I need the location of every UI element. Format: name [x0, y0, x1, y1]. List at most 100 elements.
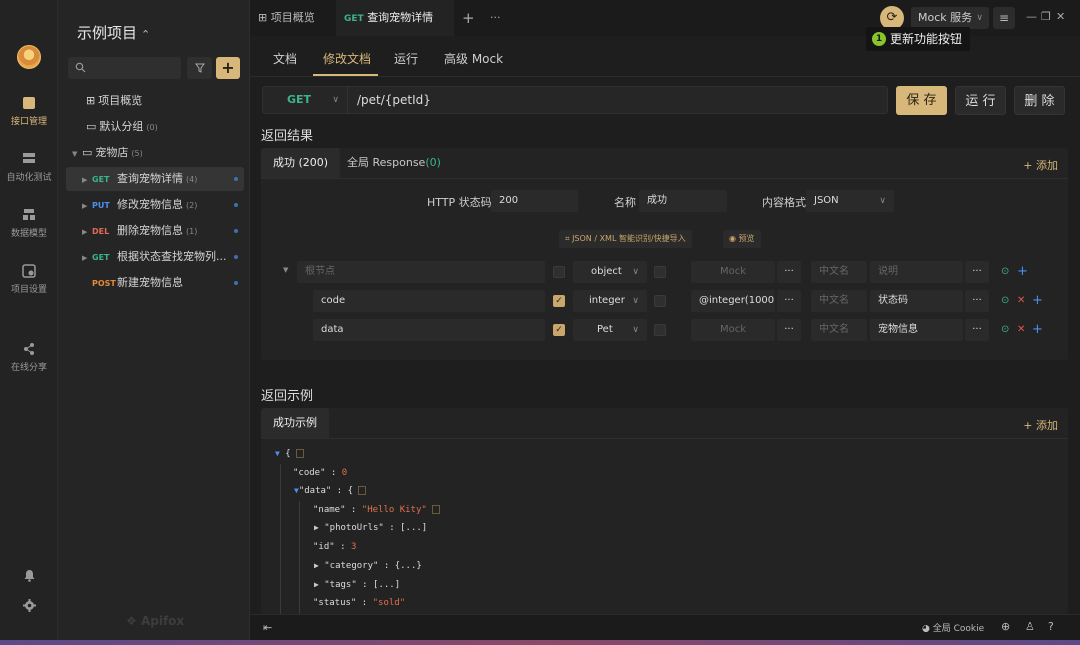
filter-button[interactable]: [187, 57, 212, 79]
name-input[interactable]: 成功: [639, 190, 727, 212]
field-name-input[interactable]: data: [313, 319, 545, 341]
mock-input[interactable]: @integer(1000: [691, 290, 775, 312]
delete-row-icon[interactable]: ✕: [1017, 324, 1025, 335]
gear-icon[interactable]: [23, 599, 36, 612]
copy-icon[interactable]: [431, 505, 440, 514]
subtab-run[interactable]: 运行: [394, 50, 418, 67]
type-select[interactable]: Pet ∨: [573, 319, 647, 341]
settings-circle-icon[interactable]: ⊙: [1001, 324, 1009, 335]
bell-icon[interactable]: [23, 569, 36, 582]
json-line: "name" : "Hello Kity": [313, 505, 440, 515]
method-select[interactable]: GET ∨: [263, 87, 348, 113]
rail-online-share[interactable]: 在线分享: [0, 342, 58, 373]
rail-label: 自动化测试: [6, 173, 52, 183]
search-input[interactable]: [68, 57, 181, 79]
mock-more-button[interactable]: ···: [777, 319, 801, 341]
sidebar-item-default-group[interactable]: ▭ 默认分组 (0): [66, 115, 244, 139]
mock-more-button[interactable]: ···: [777, 261, 801, 283]
add-response-button[interactable]: + 添加: [1023, 157, 1058, 173]
upload-icon[interactable]: ⊕: [1001, 620, 1010, 633]
tab-global-response[interactable]: 全局 Response(0): [335, 148, 453, 178]
rail-api-management[interactable]: 接口管理: [0, 96, 58, 127]
run-button[interactable]: 运 行: [955, 86, 1006, 115]
collapse-sidebar-icon[interactable]: ⇤: [263, 621, 272, 634]
delete-button[interactable]: 删 除: [1014, 86, 1065, 115]
caret-right-icon[interactable]: ▶: [314, 561, 319, 570]
url-input[interactable]: /pet/{petId}: [357, 87, 431, 113]
sidebar-item-overview[interactable]: ⊞ 项目概览: [66, 89, 244, 113]
sidebar-endpoint-put-pet[interactable]: ▶ PUT 修改宠物信息 (2): [66, 193, 244, 217]
cn-name-input[interactable]: 中文名: [811, 319, 867, 341]
shirt-icon[interactable]: ♙: [1025, 620, 1035, 633]
tab-get-pet-detail[interactable]: GET 查询宠物详情: [336, 0, 454, 58]
save-button[interactable]: 保 存: [896, 86, 947, 115]
subtab-edit-docs[interactable]: 修改文档: [323, 50, 371, 67]
mock-input[interactable]: Mock: [691, 261, 775, 283]
required-checkbox[interactable]: ✓: [553, 295, 565, 307]
tab-success-200[interactable]: 成功 (200): [261, 148, 341, 178]
http-status-input[interactable]: 200: [491, 190, 578, 212]
sidebar-endpoint-find-by-status[interactable]: ▶ GET 根据状态查找宠物列...: [66, 245, 244, 269]
tab-success-example[interactable]: 成功示例: [261, 408, 329, 438]
row-more-button[interactable]: ···: [965, 319, 989, 341]
subtab-docs[interactable]: 文档: [273, 50, 297, 67]
tab-label: 全局 Response: [347, 156, 426, 169]
copy-icon[interactable]: [358, 486, 367, 495]
add-endpoint-button[interactable]: +: [216, 57, 240, 79]
nullable-checkbox[interactable]: [654, 266, 666, 278]
add-sibling-icon[interactable]: +: [1032, 293, 1043, 308]
type-select[interactable]: integer ∨: [573, 290, 647, 312]
type-select[interactable]: object ∨: [573, 261, 647, 283]
caret-right-icon[interactable]: ▶: [314, 523, 319, 532]
mock-input[interactable]: Mock: [691, 319, 775, 341]
menu-button[interactable]: ≡: [993, 7, 1015, 29]
json-value: 0: [341, 468, 348, 478]
mock-more-button[interactable]: ···: [777, 290, 801, 312]
add-child-icon[interactable]: +: [1017, 264, 1028, 279]
nullable-checkbox[interactable]: [654, 324, 666, 336]
restore-icon[interactable]: ❐: [1041, 10, 1051, 23]
tab-overview[interactable]: ⊞ 项目概览: [250, 0, 323, 36]
add-example-button[interactable]: + 添加: [1023, 417, 1058, 433]
subtab-advanced-mock[interactable]: 高级 Mock: [444, 50, 503, 67]
rail-automation-test[interactable]: 自动化测试: [0, 152, 58, 183]
rail-data-model[interactable]: 数据模型: [0, 208, 58, 239]
project-switcher[interactable]: 示例项目 ⌃: [77, 22, 150, 43]
copy-icon[interactable]: [295, 449, 304, 458]
preview-chip[interactable]: ◉ 预览: [723, 230, 761, 248]
row-more-button[interactable]: ···: [965, 290, 989, 312]
smart-import-chip[interactable]: ⌗ JSON / XML 智能识别/快捷导入: [559, 230, 692, 248]
avatar[interactable]: [17, 45, 41, 69]
add-sibling-icon[interactable]: +: [1032, 322, 1043, 337]
field-name-input[interactable]: code: [313, 290, 545, 312]
format-select[interactable]: JSON ∨: [806, 190, 894, 212]
caret-down-icon[interactable]: ▼: [275, 449, 280, 458]
more-tabs-button[interactable]: ···: [482, 0, 509, 36]
sidebar-endpoint-del-pet[interactable]: ▶ DEL 删除宠物信息 (1): [66, 219, 244, 243]
cn-name-input[interactable]: 中文名: [811, 261, 867, 283]
help-icon[interactable]: ?: [1048, 620, 1054, 633]
minimize-icon[interactable]: —: [1026, 10, 1037, 23]
nullable-checkbox[interactable]: [654, 295, 666, 307]
settings-circle-icon[interactable]: ⊙: [1001, 295, 1009, 306]
field-name-input[interactable]: 根节点: [297, 261, 545, 283]
rail-project-settings[interactable]: 项目设置: [0, 264, 58, 295]
settings-circle-icon[interactable]: ⊙: [1001, 266, 1009, 277]
description-input[interactable]: 状态码: [870, 290, 963, 312]
sidebar-endpoint-post-pet[interactable]: POST新建宠物信息: [66, 271, 244, 295]
sidebar-item-pet-store[interactable]: ▼ ▭ 宠物店 (5): [66, 141, 244, 165]
caret-right-icon[interactable]: ▶: [314, 580, 319, 589]
cookie-button[interactable]: ◕ 全局 Cookie: [922, 621, 984, 634]
new-tab-button[interactable]: +: [454, 0, 483, 36]
row-more-button[interactable]: ···: [965, 261, 989, 283]
close-icon[interactable]: ✕: [1056, 10, 1065, 23]
delete-row-icon[interactable]: ✕: [1017, 295, 1025, 306]
required-checkbox[interactable]: [553, 266, 565, 278]
required-checkbox[interactable]: ✓: [553, 324, 565, 336]
sidebar-endpoint-get-pet[interactable]: ▶ GET 查询宠物详情 (4): [66, 167, 244, 191]
description-input[interactable]: 宠物信息: [870, 319, 963, 341]
cn-name-input[interactable]: 中文名: [811, 290, 867, 312]
caret-down-icon[interactable]: ▼: [283, 266, 288, 274]
mock-service-select[interactable]: Mock 服务 ∨: [911, 7, 989, 29]
description-input[interactable]: 说明: [870, 261, 963, 283]
